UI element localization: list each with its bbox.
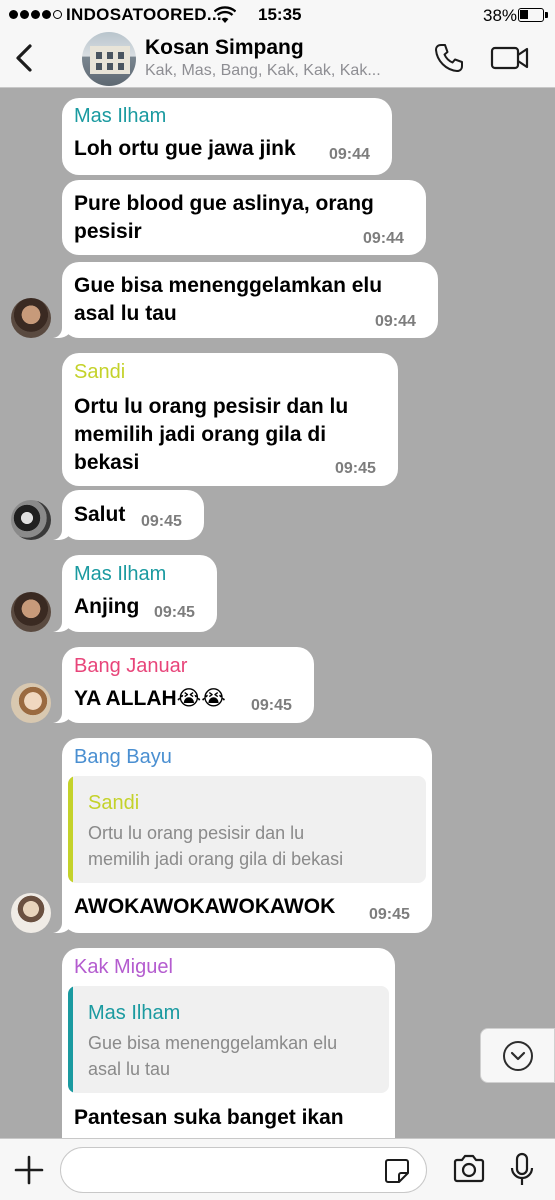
microphone-icon [510,1152,534,1185]
quoted-text: Gue bisa menenggelamkan elu [88,1033,338,1053]
sender-name: Sandi [74,361,126,383]
quoted-text: Ortu lu orang pesisir dan lu [88,823,305,843]
quoted-sender-name: Mas Ilham [88,1002,181,1024]
avatar[interactable] [11,592,51,632]
sticker-icon [385,1159,409,1183]
chevron-left-icon [16,44,32,72]
message-text: YA ALLAH😭😭 [74,687,226,710]
message-text: Pantesan suka banget ikan [74,1106,344,1129]
message-text: Salut [74,503,126,526]
message-bubble[interactable]: Pure blood gue aslinya, orang pesisir 09… [62,180,426,255]
sender-name: Bang Bayu [74,746,172,768]
message-list[interactable]: Mas Ilham Loh ortu gue jawa jink 09:44 P… [0,89,555,1138]
quoted-sender-name: Sandi [88,792,140,814]
quoted-message[interactable]: Mas Ilham Gue bisa menenggelamkan elu as… [68,986,389,1093]
status-time: 15:35 [258,5,302,24]
video-call-button[interactable] [490,44,530,72]
composer-bar [0,1138,555,1200]
message-text: asal lu tau [74,302,177,325]
carrier-name: INDOSATOORED... [66,5,222,24]
avatar[interactable] [11,298,51,338]
group-members-subtitle[interactable]: Kak, Mas, Bang, Kak, Kak, Kak... [145,62,425,80]
message-time: 09:44 [329,146,370,163]
battery-icon [518,8,548,22]
message-bubble[interactable]: Kak Miguel Mas Ilham Gue bisa menenggela… [62,948,395,1138]
message-text: bekasi [74,451,140,474]
message-bubble[interactable]: Bang Januar YA ALLAH😭😭 09:45 [46,647,314,723]
phone-icon [435,44,463,72]
group-title[interactable]: Kosan Simpang [145,36,304,60]
avatar[interactable] [11,683,51,723]
sticker-button[interactable] [383,1157,411,1185]
message-bubble[interactable]: Salut 09:45 [46,490,204,540]
wifi-icon [213,6,237,29]
message-text: Ortu lu orang pesisir dan lu [74,395,349,418]
message-time: 09:44 [375,313,416,330]
message-time: 09:45 [141,513,182,530]
scroll-to-bottom-button[interactable] [480,1028,555,1083]
camera-icon [453,1154,485,1183]
camera-button[interactable] [452,1154,486,1184]
chevron-down-icon [503,1041,533,1071]
message-text: AWOKAWOKAWOKAWOK [74,895,336,918]
sender-name: Kak Miguel [74,956,173,978]
voice-record-button[interactable] [508,1151,536,1189]
message-text: Loh ortu gue jawa jink [74,137,296,160]
message-time: 09:44 [363,230,404,247]
message-text: pesisir [74,220,142,243]
message-bubble[interactable]: Mas Ilham Anjing 09:45 [46,555,217,632]
avatar[interactable] [11,500,51,540]
attach-button[interactable] [12,1153,46,1187]
message-text: Anjing [74,595,140,618]
message-input[interactable] [60,1147,427,1193]
plus-icon [14,1155,44,1185]
quoted-message[interactable]: Sandi Ortu lu orang pesisir dan lu memil… [68,776,426,883]
avatar[interactable] [11,893,51,933]
group-avatar[interactable] [82,32,136,86]
signal-strength-icon [9,10,62,19]
battery-percentage: 38% [483,6,518,25]
back-button[interactable] [8,38,44,78]
message-time: 09:45 [154,604,195,621]
status-bar: INDOSATOORED... 15:35 38% [0,0,555,30]
quoted-text: memilih jadi orang gila di bekasi [88,849,344,869]
message-text: Pure blood gue aslinya, orang [74,192,374,215]
message-bubble[interactable]: Sandi Ortu lu orang pesisir dan lu memil… [62,353,398,486]
quoted-text: asal lu tau [88,1059,171,1079]
message-time: 09:45 [369,906,410,923]
message-text: Gue bisa menenggelamkan elu [74,274,383,297]
sender-name: Mas Ilham [74,105,167,127]
message-text: memilih jadi orang gila di [74,423,327,446]
sender-name: Mas Ilham [74,563,167,585]
chat-header: Kosan Simpang Kak, Mas, Bang, Kak, Kak, … [0,30,555,88]
voice-call-button[interactable] [433,42,465,74]
video-camera-icon [490,46,529,70]
message-time: 09:45 [335,460,376,477]
message-bubble[interactable]: Gue bisa menenggelamkan elu asal lu tau … [46,262,438,338]
message-time: 09:45 [251,697,292,714]
sender-name: Bang Januar [74,655,188,677]
message-bubble[interactable]: Bang Bayu Sandi Ortu lu orang pesisir da… [46,738,432,933]
message-bubble[interactable]: Mas Ilham Loh ortu gue jawa jink 09:44 [62,98,392,175]
